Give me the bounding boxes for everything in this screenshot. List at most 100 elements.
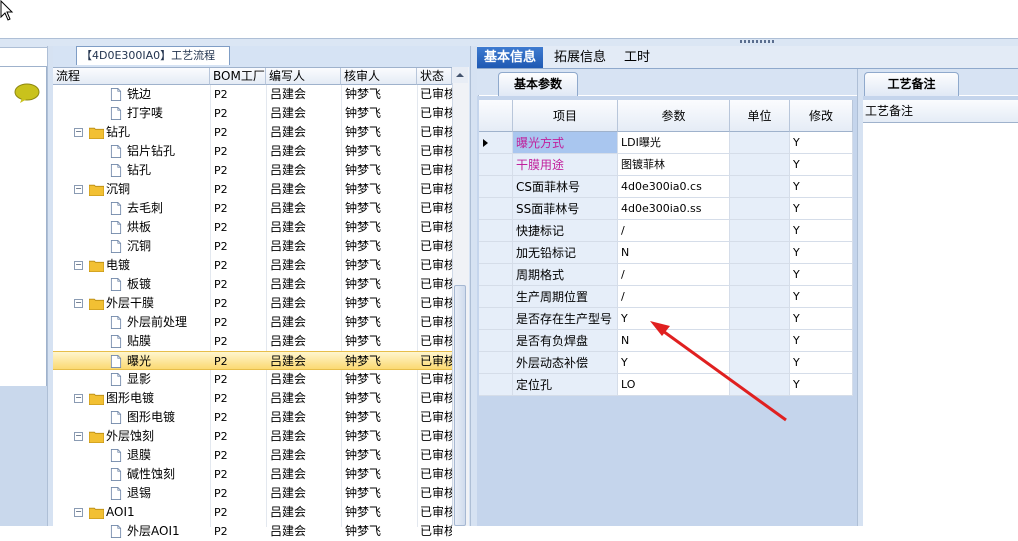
param-unit-cell[interactable] [730,220,790,242]
row-selector[interactable] [479,198,513,220]
tree-row[interactable]: − 外层干膜 P2 吕建会 钟梦飞 已审核 [53,294,452,313]
notes-text-area[interactable] [863,123,1018,526]
collapse-toggle-icon[interactable]: − [74,508,83,517]
col-header-process[interactable]: 流程 [53,68,210,85]
chat-bubble-icon[interactable] [14,83,40,103]
collapse-toggle-icon[interactable]: − [74,299,83,308]
param-value-cell[interactable]: / [618,220,730,242]
param-row[interactable]: 曝光方式 LDI曝光 Y [479,132,853,154]
tree-row[interactable]: 铣边 P2 吕建会 钟梦飞 已审核 [53,85,452,104]
tree-row[interactable]: 打字唛 P2 吕建会 钟梦飞 已审核 [53,104,452,123]
collapse-toggle-icon[interactable]: − [74,261,83,270]
tree-row[interactable]: − 电镀 P2 吕建会 钟梦飞 已审核 [53,256,452,275]
param-unit-cell[interactable] [730,264,790,286]
param-modify-cell[interactable]: Y [790,176,853,198]
row-selector[interactable] [479,352,513,374]
param-modify-cell[interactable]: Y [790,132,853,154]
tree-row[interactable]: 去毛刺 P2 吕建会 钟梦飞 已审核 [53,199,452,218]
col-header-modify[interactable]: 修改 [790,100,853,132]
param-modify-cell[interactable]: Y [790,242,853,264]
param-value-cell[interactable]: 4d0e300ia0.ss [618,198,730,220]
bom-factory: P2 [214,183,228,196]
bom-factory: P2 [214,468,228,481]
param-value-cell[interactable]: N [618,242,730,264]
tree-row[interactable]: 板镀 P2 吕建会 钟梦飞 已审核 [53,275,452,294]
tree-row[interactable]: 烘板 P2 吕建会 钟梦飞 已审核 [53,218,452,237]
row-selector[interactable] [479,286,513,308]
param-row[interactable]: 加无铅标记 N Y [479,242,853,264]
param-modify-cell[interactable]: Y [790,198,853,220]
param-value-cell[interactable]: 图镀菲林 [618,154,730,176]
tree-row[interactable]: 钻孔 P2 吕建会 钟梦飞 已审核 [53,161,452,180]
param-row[interactable]: 干膜用途 图镀菲林 Y [479,154,853,176]
tree-row[interactable]: 外层前处理 P2 吕建会 钟梦飞 已审核 [53,313,452,332]
tree-row[interactable]: − 沉铜 P2 吕建会 钟梦飞 已审核 [53,180,452,199]
param-row[interactable]: CS面菲林号 4d0e300ia0.cs Y [479,176,853,198]
row-selector[interactable] [479,330,513,352]
tab-extended-info[interactable]: 拓展信息 [547,47,613,68]
folder-icon [89,127,104,139]
tree-row[interactable]: 退锡 P2 吕建会 钟梦飞 已审核 [53,484,452,503]
tab-basic-params[interactable]: 基本参数 [498,72,578,97]
scroll-up-arrow-icon[interactable] [452,67,468,83]
tree-row[interactable]: − 外层蚀刻 P2 吕建会 钟梦飞 已审核 [53,427,452,446]
tree-row[interactable]: 曝光 P2 吕建会 钟梦飞 已审核 [53,351,452,370]
param-unit-cell[interactable] [730,198,790,220]
row-selector[interactable] [479,220,513,242]
row-selector[interactable] [479,308,513,330]
row-selector[interactable] [479,154,513,176]
tree-row[interactable]: 图形电镀 P2 吕建会 钟梦飞 已审核 [53,408,452,427]
row-selector[interactable] [479,176,513,198]
param-modify-cell[interactable]: Y [790,264,853,286]
param-item-label: SS面菲林号 [513,198,618,220]
tree-row[interactable]: 碱性蚀刻 P2 吕建会 钟梦飞 已审核 [53,465,452,484]
tab-process-notes[interactable]: 工艺备注 [864,72,959,97]
tree-row[interactable]: − 图形电镀 P2 吕建会 钟梦飞 已审核 [53,389,452,408]
col-header-bom[interactable]: BOM工厂 [210,68,266,85]
col-header-unit[interactable]: 单位 [730,100,790,132]
param-row[interactable]: 快捷标记 / Y [479,220,853,242]
tree-row[interactable]: − AOI1 P2 吕建会 钟梦飞 已审核 [53,503,452,522]
param-modify-cell[interactable]: Y [790,220,853,242]
col-header-reviewer[interactable]: 核审人 [341,68,417,85]
row-selector[interactable] [479,242,513,264]
col-header-status[interactable]: 状态 [417,68,452,85]
tree-row[interactable]: 沉铜 P2 吕建会 钟梦飞 已审核 [53,237,452,256]
title-area [0,0,1018,38]
tab-basic-info[interactable]: 基本信息 [477,47,544,68]
col-header-writer[interactable]: 编写人 [266,68,341,85]
row-selector[interactable] [479,374,513,396]
col-header-item[interactable]: 项目 [513,100,618,132]
tree-row[interactable]: 退膜 P2 吕建会 钟梦飞 已审核 [53,446,452,465]
tree-row[interactable]: 显影 P2 吕建会 钟梦飞 已审核 [53,370,452,389]
tree-row[interactable]: 贴膜 P2 吕建会 钟梦飞 已审核 [53,332,452,351]
col-header-param[interactable]: 参数 [618,100,730,132]
status-text: 已审核 [420,163,452,177]
param-value-cell[interactable]: LDI曝光 [618,132,730,154]
collapse-toggle-icon[interactable]: − [74,128,83,137]
param-value-cell[interactable]: / [618,264,730,286]
collapse-toggle-icon[interactable]: − [74,394,83,403]
tree-row[interactable]: 铝片钻孔 P2 吕建会 钟梦飞 已审核 [53,142,452,161]
row-selector[interactable] [479,264,513,286]
param-unit-cell[interactable] [730,176,790,198]
tree-row[interactable]: − 钻孔 P2 吕建会 钟梦飞 已审核 [53,123,452,142]
collapse-toggle-icon[interactable]: − [74,432,83,441]
writer-name: 吕建会 [270,182,307,196]
param-modify-cell[interactable]: Y [790,154,853,176]
tree-row[interactable]: 外层AOI1 P2 吕建会 钟梦飞 已审核 [53,522,452,541]
collapse-toggle-icon[interactable]: − [74,185,83,194]
row-selector[interactable] [479,132,513,154]
current-row-arrow-icon [483,139,488,147]
writer-name: 吕建会 [270,354,307,368]
param-unit-cell[interactable] [730,154,790,176]
tab-work-hours[interactable]: 工时 [617,47,657,68]
reviewer-name: 钟梦飞 [345,163,382,177]
tree-scroll-thumb[interactable] [454,285,466,526]
param-value-cell[interactable]: 4d0e300ia0.cs [618,176,730,198]
param-unit-cell[interactable] [730,242,790,264]
param-row[interactable]: 周期格式 / Y [479,264,853,286]
param-row[interactable]: SS面菲林号 4d0e300ia0.ss Y [479,198,853,220]
param-unit-cell[interactable] [730,132,790,154]
splitter-grip-icon[interactable] [740,40,774,43]
